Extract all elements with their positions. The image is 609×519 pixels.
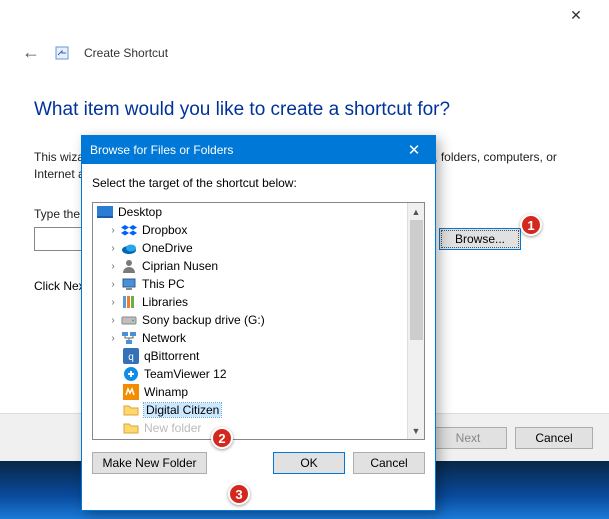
tree-item[interactable]: Digital Citizen [93,401,424,419]
chevron-right-icon[interactable]: › [107,297,119,308]
tree-item-label: Dropbox [142,223,187,237]
tree-item[interactable]: › OneDrive [93,239,424,257]
user-icon [121,258,137,274]
scrollbar[interactable]: ▲ ▼ [407,203,424,439]
tree-item[interactable]: q qBittorrent [93,347,424,365]
folder-icon [123,420,139,436]
tree-item-label: Ciprian Nusen [142,259,218,273]
back-arrow-icon[interactable]: ← [22,42,40,63]
tree-item-label: TeamViewer 12 [144,367,227,381]
desktop-icon [97,204,113,220]
dropbox-icon [121,222,137,238]
svg-text:q: q [128,352,134,363]
tree-item[interactable]: › Sony backup drive (G:) [93,311,424,329]
tree-item[interactable]: › Network [93,329,424,347]
tree-item[interactable]: › This PC [93,275,424,293]
chevron-right-icon[interactable]: › [107,225,119,236]
tree-item[interactable]: TeamViewer 12 [93,365,424,383]
titlebar: ✕ [0,0,609,30]
tree-desktop-root[interactable]: Desktop [93,203,424,221]
chevron-right-icon[interactable]: › [107,333,119,344]
tree-item-label: New folder [144,421,201,435]
app-qb-icon: q [123,348,139,364]
scroll-thumb[interactable] [410,220,423,340]
ok-button[interactable]: OK [273,452,345,474]
chevron-right-icon[interactable]: › [107,243,119,254]
tree-item-label: Libraries [142,295,188,309]
tree-item-label: OneDrive [142,241,193,255]
make-new-folder-button[interactable]: Make New Folder [92,452,207,474]
dialog-close-button[interactable]: ✕ [399,141,429,159]
tree-item-label: Network [142,331,186,345]
libraries-icon [121,294,137,310]
window-title: Create Shortcut [84,46,168,60]
folder-icon [123,402,139,418]
drive-icon [121,312,137,328]
folder-tree[interactable]: Desktop › Dropbox › OneDrive › Ciprian Nusen › T… [92,202,425,440]
tree-item-label: Sony backup drive (G:) [142,313,265,327]
browse-button[interactable]: Browse... [439,228,521,250]
annotation-badge-3: 3 [228,483,250,505]
dialog-title: Browse for Files or Folders [90,143,233,157]
cancel-button[interactable]: Cancel [515,427,593,449]
tree-item-label: qBittorrent [144,349,199,363]
network-icon [121,330,137,346]
question-heading: What item would you like to create a sho… [34,99,575,121]
app-wa-icon [123,384,139,400]
tree-item[interactable]: › Ciprian Nusen [93,257,424,275]
dialog-instruction: Select the target of the shortcut below: [92,176,425,190]
window-close-button[interactable]: ✕ [553,0,599,30]
chevron-right-icon[interactable]: › [107,261,119,272]
tree-item-label: Desktop [118,205,162,219]
tree-item[interactable]: › Dropbox [93,221,424,239]
tree-item[interactable]: › Libraries [93,293,424,311]
app-tv-icon [123,366,139,382]
dialog-titlebar: Browse for Files or Folders ✕ [82,136,435,164]
browse-dialog: Browse for Files or Folders ✕ Select the… [81,135,436,511]
next-button[interactable]: Next [429,427,507,449]
header: ← Create Shortcut [0,30,609,71]
chevron-right-icon[interactable]: › [107,315,119,326]
onedrive-icon [121,240,137,256]
tree-item[interactable]: Winamp [93,383,424,401]
pc-icon [121,276,137,292]
annotation-badge-1: 1 [520,214,542,236]
tree-item-label: Digital Citizen [144,403,221,417]
annotation-badge-2: 2 [211,427,233,449]
tree-item-label: This PC [142,277,185,291]
tree-item-label: Winamp [144,385,188,399]
chevron-right-icon[interactable]: › [107,279,119,290]
scroll-down-icon[interactable]: ▼ [408,422,424,439]
tree-item[interactable]: New folder [93,419,424,437]
scroll-up-icon[interactable]: ▲ [408,203,424,220]
shortcut-wizard-icon [54,45,70,61]
dialog-cancel-button[interactable]: Cancel [353,452,425,474]
